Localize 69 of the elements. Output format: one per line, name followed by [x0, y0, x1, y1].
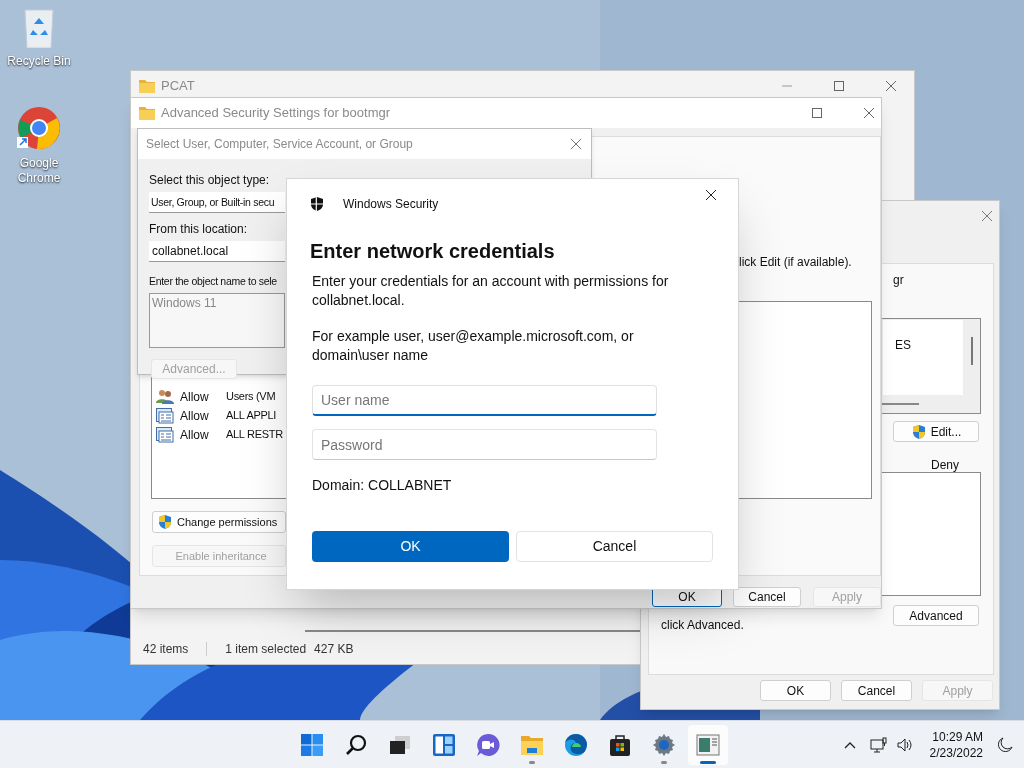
- close-icon[interactable]: [706, 190, 716, 200]
- status-text: 427 KB: [314, 641, 354, 658]
- app-title: Windows Security: [343, 196, 439, 213]
- username-field[interactable]: User name: [312, 385, 657, 416]
- field-label: Select this object type:: [149, 172, 270, 189]
- window-icon: [696, 732, 720, 757]
- shield-icon: [309, 196, 325, 212]
- dialog-button[interactable]: Change permissions: [152, 511, 286, 533]
- shield-icon: [910, 423, 927, 440]
- scrollbar-thumb[interactable]: [305, 630, 640, 632]
- table-cell-text: Allow: [180, 407, 210, 425]
- table-cell-text: ALL RESTR: [226, 427, 283, 443]
- location-field[interactable]: collabnet.local: [149, 241, 285, 262]
- table-cell-text: ALL APPLI: [226, 408, 277, 424]
- chevron-up-icon[interactable]: [843, 740, 856, 749]
- field-label: Enter the object name to sele: [149, 274, 277, 289]
- note-text: click Advanced.: [661, 617, 744, 634]
- window-title: Advanced Security Settings for bootmgr: [161, 104, 391, 123]
- dialog-button[interactable]: OK: [760, 680, 831, 701]
- dialog-title: Select User, Computer, Service Account, or Group: [146, 136, 413, 153]
- maximize-icon[interactable]: [834, 81, 844, 91]
- field-label: From this location:: [149, 221, 248, 238]
- message-text: Enter your credentials for an account with permissions for collabnet.local.: [312, 272, 670, 310]
- password-field[interactable]: Password: [312, 429, 657, 460]
- dialog-button[interactable]: Cancel: [733, 587, 801, 607]
- shield-icon: [157, 514, 173, 530]
- start-icon: [300, 732, 324, 757]
- status-text: 42 items: [143, 641, 189, 658]
- folder-icon: [139, 79, 155, 93]
- maximize-icon[interactable]: [812, 108, 822, 118]
- window-title: PCAT: [161, 77, 195, 96]
- search-icon: [344, 732, 368, 757]
- clock-time[interactable]: 10:29 AM: [932, 728, 983, 745]
- advanced-button[interactable]: Advanced: [893, 605, 979, 626]
- edit-button[interactable]: Edit...: [893, 421, 979, 442]
- dialog-heading: Enter network credentials: [310, 239, 556, 264]
- shopping-bag-icon: [608, 732, 632, 757]
- running-indicator: [661, 760, 667, 764]
- dialog-button[interactable]: Cancel: [516, 531, 713, 562]
- browser-icon: [564, 732, 588, 757]
- column-header: Deny: [931, 457, 959, 474]
- status-text: 1 item selected: [225, 641, 307, 658]
- active-indicator: [700, 760, 716, 764]
- app-package-icon: [156, 426, 176, 443]
- dialog-button[interactable]: OK: [312, 531, 509, 562]
- scrollbar-thumb[interactable]: [882, 403, 919, 405]
- chat-icon: [476, 732, 500, 757]
- example-text: For example user, user@example.microsoft.com, or domain\user name: [312, 327, 635, 365]
- instruction-text: lick Edit (if available).: [739, 254, 852, 271]
- volume-icon[interactable]: [895, 736, 914, 753]
- table-cell-text: Users (VM: [226, 389, 276, 405]
- object-name-text: gr: [893, 272, 904, 289]
- folder-icon: [139, 106, 155, 120]
- app-package-icon: [156, 407, 176, 424]
- recycle-bin-icon[interactable]: [22, 8, 56, 48]
- clock-date[interactable]: 2/23/2022: [929, 744, 983, 761]
- settings-icon: [652, 732, 676, 757]
- domain-text: Domain: COLLABNET: [312, 476, 453, 495]
- moon-icon[interactable]: [997, 736, 1013, 753]
- browser-icon[interactable]: [17, 106, 61, 150]
- object-type-field[interactable]: User, Group, or Built-in secu: [149, 192, 285, 213]
- widgets-icon: [432, 732, 456, 757]
- running-indicator: [529, 760, 535, 764]
- table-cell-text: Allow: [180, 426, 210, 444]
- table-cell-text: Allow: [180, 388, 210, 406]
- dialog-button[interactable]: Cancel: [841, 680, 912, 701]
- users-icon: [156, 388, 176, 405]
- scrollbar-thumb[interactable]: [971, 337, 973, 365]
- network-icon[interactable]: [869, 736, 888, 753]
